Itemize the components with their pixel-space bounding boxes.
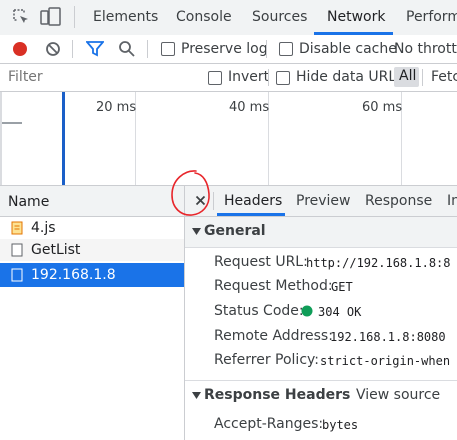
disable-cache-label: Disable cache [299,41,397,57]
name-column-header: Name [8,194,50,210]
header-value: GET [331,280,353,294]
document-file-icon [11,243,23,257]
request-row-selected[interactable]: 192.168.1.8 [0,263,184,287]
dom-content-loaded-marker [62,92,65,185]
toolbar-divider [74,6,75,28]
device-toolbar-icon[interactable] [40,7,62,27]
tab-network[interactable]: Network [327,9,385,25]
header-value: strict-origin-when [320,354,451,368]
view-source-link[interactable]: View source [356,387,440,403]
toolbar-divider [147,40,148,58]
filter-input-box[interactable] [0,64,196,91]
timeline-request-bar [0,122,22,124]
status-ok-icon [301,305,313,317]
response-headers-title: Response Headers [204,387,351,403]
timeline-tick-label: 20 ms [96,100,137,115]
tab-headers[interactable]: Headers [224,193,282,209]
toolbar-divider [266,40,267,58]
invert-checkbox[interactable] [208,71,222,85]
toolbar-divider [72,40,73,58]
header-value: 192.168.1.8:8080 [330,330,446,344]
record-icon[interactable] [12,41,28,57]
search-icon[interactable] [118,40,135,57]
timeline-overview[interactable]: 20 ms 40 ms 60 ms [0,92,457,186]
expand-triangle-icon [192,228,201,235]
header-key: Request Method: [214,278,333,294]
request-row[interactable]: GetList [0,239,184,261]
timeline-tick-label: 40 ms [229,100,270,115]
tab-preview[interactable]: Preview [296,193,351,209]
invert-label: Invert [228,69,270,85]
header-value: bytes [322,418,359,432]
toolbar-divider [422,69,423,86]
throttling-select[interactable]: No throttlir [394,41,457,57]
request-name: 4.js [31,220,56,236]
tab-initiator[interactable]: In [447,193,457,209]
script-file-icon [11,221,23,235]
expand-triangle-icon [192,392,201,399]
response-headers-section-header[interactable]: Response Headers View source [185,380,457,411]
type-filter-fetch[interactable]: Fetc [431,69,457,85]
timeline-tick-label: 60 ms [362,100,403,115]
filter-icon[interactable] [86,41,104,57]
filter-bar: Invert Hide data URLs All Fetc [0,64,457,92]
devtools-tab-bar: Elements Console Sources Network Perform… [0,0,457,36]
header-value: 304 OK [318,305,362,319]
hide-data-urls-label: Hide data URLs [296,69,404,85]
inspect-element-icon[interactable] [12,8,30,26]
header-key: Referrer Policy: [214,352,319,368]
request-list-header[interactable]: Name [0,186,184,217]
clear-icon[interactable] [45,41,61,57]
request-name: 192.168.1.8 [31,267,116,283]
type-filter-all[interactable]: All [394,67,419,87]
tab-performance[interactable]: Performa [406,9,457,25]
tab-sources[interactable]: Sources [252,9,307,25]
network-panel-body: Name 4.js GetList 192.168.1.8 Headers Pr… [0,170,457,440]
hide-data-urls-checkbox[interactable] [276,71,290,85]
request-name: GetList [31,242,81,258]
toolbar-divider [268,69,269,86]
preserve-log-checkbox[interactable] [161,42,175,56]
disable-cache-checkbox[interactable] [279,42,293,56]
tab-response[interactable]: Response [365,193,432,209]
timeline-gridline [0,92,2,185]
annotation-circle [171,170,210,216]
details-tab-bar: Headers Preview Response In [185,186,457,217]
header-value: http://192.168.1.8:8 [306,256,451,270]
header-key: Accept-Ranges: [214,416,324,432]
request-row[interactable]: 4.js [0,217,184,239]
network-toolbar: Preserve log Disable cache No throttlir [0,35,457,64]
tab-console[interactable]: Console [176,9,232,25]
type-filter-all-label: All [399,68,417,84]
general-section-title: General [204,223,266,239]
filter-input[interactable] [8,68,188,86]
tab-elements[interactable]: Elements [93,9,158,25]
header-key: Request URL: [214,254,308,270]
preserve-log-label: Preserve log [181,41,268,57]
header-key: Status Code: [214,303,304,319]
request-details-panel: Headers Preview Response In General Requ… [185,186,457,440]
document-file-icon [11,268,23,282]
general-section-header[interactable]: General [185,217,457,248]
active-tab-indicator [217,213,285,216]
request-list: Name 4.js GetList 192.168.1.8 [0,186,185,440]
header-key: Remote Address: [214,328,333,344]
